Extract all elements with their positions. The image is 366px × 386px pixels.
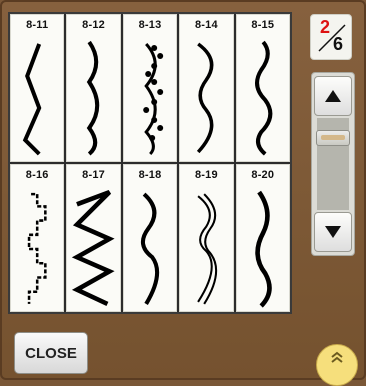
stitch-label: 8-19 bbox=[194, 169, 218, 181]
serpentine-stitch-icon bbox=[254, 190, 272, 308]
scrollbar-thumb[interactable] bbox=[316, 130, 350, 146]
stitch-tile-8-20[interactable]: 8-20 bbox=[235, 164, 290, 312]
wave-stitch-icon bbox=[254, 40, 272, 156]
close-button[interactable]: CLOSE bbox=[14, 332, 88, 374]
triangle-up-icon bbox=[325, 90, 341, 102]
double-scallop-stitch-icon bbox=[197, 193, 218, 305]
current-page-number: 2 bbox=[320, 17, 331, 37]
scroll-up-button[interactable] bbox=[314, 76, 352, 116]
step-stitch-icon bbox=[27, 192, 47, 304]
crescent-stitch-icon bbox=[87, 40, 100, 156]
double-chevron-up-icon bbox=[331, 351, 343, 363]
stitch-tile-8-12[interactable]: 8-12 bbox=[66, 14, 121, 162]
scallop-stitch-icon bbox=[197, 42, 214, 154]
stitch-label: 8-15 bbox=[251, 19, 275, 31]
stitch-grid: 8-11 8-12 8-13 8-14 8-15 8-16 8-17 8-18 … bbox=[8, 12, 292, 314]
total-page-count: 6 bbox=[333, 34, 344, 54]
stitch-tile-8-15[interactable]: 8-15 bbox=[235, 14, 290, 162]
stitch-tile-8-11[interactable]: 8-11 bbox=[10, 14, 65, 162]
wide-zigzag-stitch-icon bbox=[72, 189, 115, 307]
stitch-tile-8-18[interactable]: 8-18 bbox=[122, 164, 178, 312]
stitch-label: 8-12 bbox=[82, 19, 105, 31]
zigzag-stitch-icon bbox=[22, 43, 42, 156]
stitch-label: 8-17 bbox=[82, 169, 105, 181]
stitch-tile-8-17[interactable]: 8-17 bbox=[66, 164, 121, 312]
stitch-label: 8-16 bbox=[25, 169, 49, 181]
page-indicator: 2 6 bbox=[310, 14, 352, 60]
stitch-label: 8-20 bbox=[251, 169, 275, 181]
stitch-tile-8-13[interactable]: 8-13 bbox=[122, 14, 178, 162]
stitch-tile-8-19[interactable]: 8-19 bbox=[179, 164, 234, 312]
stitch-tile-8-16[interactable]: 8-16 bbox=[10, 164, 65, 312]
scroll-down-button[interactable] bbox=[314, 212, 352, 252]
triangle-down-icon bbox=[325, 226, 341, 238]
stitch-label: 8-11 bbox=[26, 19, 49, 31]
stitch-tile-8-14[interactable]: 8-14 bbox=[179, 14, 234, 162]
stitch-label: 8-13 bbox=[138, 19, 162, 31]
stitch-label: 8-14 bbox=[194, 19, 218, 31]
arc-stitch-icon bbox=[140, 192, 159, 305]
scalloped-stitch-icon bbox=[142, 42, 163, 156]
stitch-label: 8-18 bbox=[138, 169, 162, 181]
